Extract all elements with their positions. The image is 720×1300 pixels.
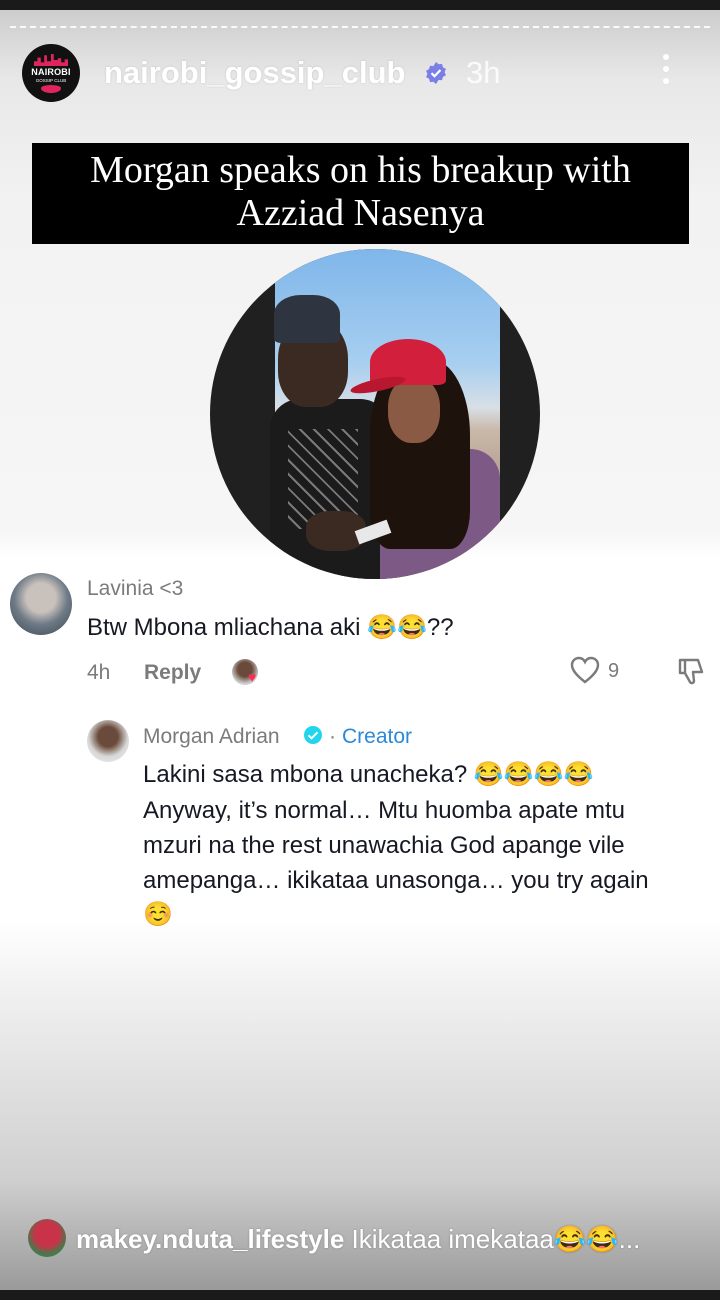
reply-text-line-1: Lakini sasa mbona unacheka? 😂😂😂😂: [143, 761, 594, 788]
story-viewer: NAIROBI GOSSIP CLUB nairobi_gossip_club …: [0, 0, 720, 1300]
logo-text: NAIROBI: [31, 67, 71, 77]
bottom-comment-text: Ikikataa imekataa😂😂...: [351, 1224, 641, 1254]
more-options-icon[interactable]: [662, 54, 670, 90]
bottom-comment-username[interactable]: makey.nduta_lifestyle: [76, 1224, 344, 1254]
reply-author-name[interactable]: Morgan Adrian: [143, 725, 280, 749]
account-username[interactable]: nairobi_gossip_club: [104, 55, 405, 91]
verified-badge-icon: [426, 62, 446, 84]
story-headline: Morgan speaks on his breakup with Azziad…: [32, 143, 689, 244]
bottom-comment: makey.nduta_lifestyle Ikikataa imekataa😂…: [76, 1224, 696, 1255]
bottom-commenter-avatar[interactable]: [28, 1219, 66, 1257]
status-bar: [0, 0, 720, 10]
dislike-icon[interactable]: [676, 656, 706, 686]
headline-line-1: Morgan speaks on his breakup with: [90, 149, 631, 191]
verified-check-icon: [304, 726, 322, 744]
like-count: 9: [608, 660, 620, 682]
comment-text: Btw Mbona mliachana aki 😂😂??: [87, 614, 454, 641]
reply-text-line-5: ☺️: [143, 901, 173, 928]
like-heart-icon[interactable]: [570, 656, 600, 684]
lips-icon: [41, 85, 61, 93]
story-progress-bar: [10, 26, 710, 28]
skyline-icon: [34, 54, 68, 66]
reply-text-line-4: amepanga… ikikataa unasonga… you try aga…: [143, 867, 649, 894]
creator-heart-icon: ♥: [248, 669, 257, 685]
reply-button[interactable]: Reply: [144, 661, 201, 685]
commenter-avatar[interactable]: [10, 573, 72, 635]
headline-line-2: Azziad Nasenya: [236, 192, 485, 234]
story-time: 3h: [466, 55, 501, 90]
account-avatar[interactable]: NAIROBI GOSSIP CLUB: [22, 44, 80, 102]
logo-subtext: GOSSIP CLUB: [35, 78, 67, 83]
bottom-bar: [0, 1290, 720, 1300]
comment-time: 4h: [87, 661, 111, 684]
reply-text-line-2: Anyway, it’s normal… Mtu huomba apate mt…: [143, 797, 625, 824]
couple-photo: [210, 249, 540, 579]
commenter-name[interactable]: Lavinia <3: [87, 577, 183, 601]
reply-text-line-3: mzuri na the rest unawachia God apange v…: [143, 832, 625, 859]
reply-author-avatar[interactable]: [87, 720, 129, 762]
name-separator: ·: [329, 725, 336, 748]
story-header: NAIROBI GOSSIP CLUB nairobi_gossip_club …: [22, 44, 700, 104]
creator-badge: Creator: [342, 725, 413, 748]
